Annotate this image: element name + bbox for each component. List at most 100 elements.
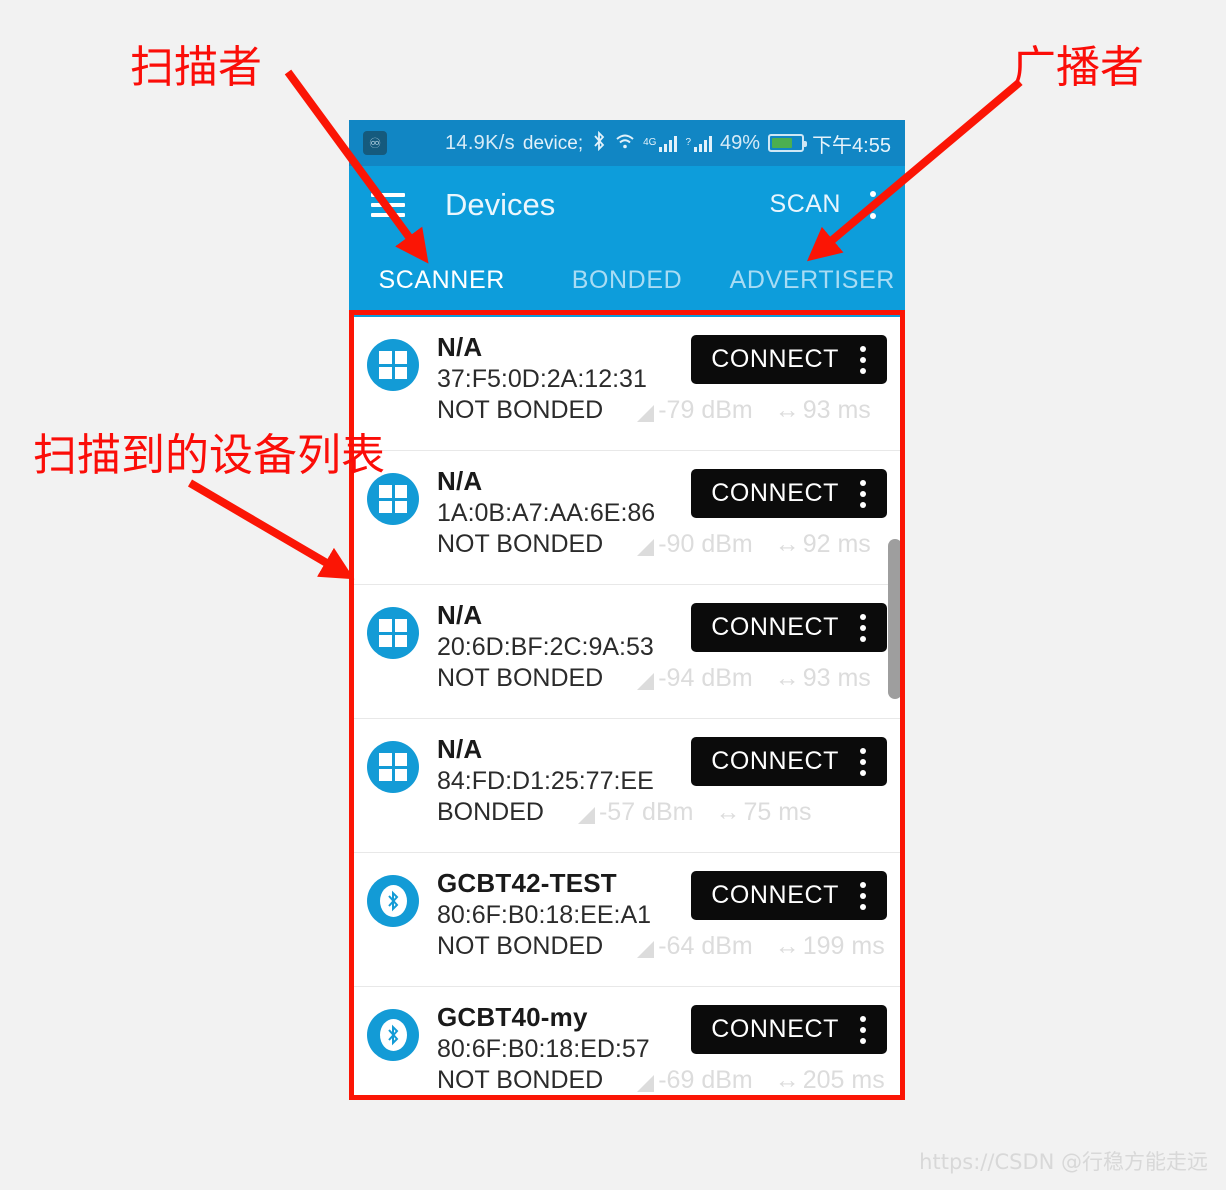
- connect-button-label: CONNECT: [711, 345, 839, 373]
- page-title: Devices: [445, 186, 556, 222]
- tab-advertiser[interactable]: ADVERTISER: [720, 266, 905, 295]
- latency-value: ↔ 93 ms: [774, 396, 871, 425]
- signal-strength-icon: [637, 673, 655, 691]
- bond-state: NOT BONDED: [437, 932, 604, 961]
- device-meta: NOT BONDED -79 dBm ↔ 93 ms: [437, 396, 887, 425]
- bond-state: NOT BONDED: [437, 1066, 604, 1095]
- device-meta: NOT BONDED -94 dBm ↔ 93 ms: [437, 664, 887, 693]
- clock-text: 下午4:55: [812, 134, 891, 157]
- connect-button[interactable]: CONNECT: [691, 871, 887, 920]
- advertiser-annotation-label: 广播者: [1012, 42, 1144, 93]
- connect-button-label: CONNECT: [711, 881, 839, 909]
- wifi-icon: [615, 133, 635, 154]
- table-row[interactable]: N/A 37:F5:0D:2A:12:31 NOT BONDED -79 dBm…: [349, 317, 905, 451]
- table-row[interactable]: GCBT42-TEST 80:6F:B0:18:EE:A1 NOT BONDED…: [349, 853, 905, 987]
- device-meta: NOT BONDED -69 dBm ↔ 205 ms: [437, 1066, 887, 1095]
- bluetooth-glyph-icon: [379, 885, 407, 917]
- battery-percent-text: 49%: [720, 131, 761, 154]
- interval-arrow-icon: ↔: [774, 396, 800, 425]
- signal-strength-icon: [637, 539, 655, 557]
- rssi-value: -64 dBm: [637, 932, 753, 961]
- app-bar-actions: SCAN: [770, 189, 883, 221]
- row-overflow-menu-icon[interactable]: [853, 746, 873, 778]
- unknown-device-icon: [367, 741, 419, 793]
- phone-screenshot: ♾ 14.9K/s device; 4G ? 49% 下午4:55 Device…: [349, 120, 905, 1100]
- app-bar: Devices SCAN: [349, 166, 905, 243]
- status-bar-right: 14.9K/s device; 4G ? 49% 下午4:55: [445, 129, 891, 158]
- scrollbar-thumb[interactable]: [888, 539, 902, 699]
- status-bar: ♾ 14.9K/s device; 4G ? 49% 下午4:55: [349, 120, 905, 166]
- rssi-value: -69 dBm: [637, 1066, 753, 1095]
- device-list-annotation-label: 扫描到的设备列表: [33, 430, 385, 481]
- connect-button[interactable]: CONNECT: [691, 1005, 887, 1054]
- connect-button[interactable]: CONNECT: [691, 335, 887, 384]
- bluetooth-device-icon: [367, 875, 419, 927]
- interval-arrow-icon: ↔: [774, 1066, 800, 1095]
- row-overflow-menu-icon[interactable]: [853, 880, 873, 912]
- latency-value: ↔ 92 ms: [774, 530, 871, 559]
- tab-bar: SCANNER BONDED ADVERTISER: [349, 243, 905, 317]
- bond-state: NOT BONDED: [437, 396, 604, 425]
- device-meta: NOT BONDED -90 dBm ↔ 92 ms: [437, 530, 887, 559]
- row-overflow-menu-icon[interactable]: [853, 478, 873, 510]
- row-overflow-menu-icon[interactable]: [853, 344, 873, 376]
- tab-bonded[interactable]: BONDED: [534, 266, 719, 295]
- latency-value: ↔ 205 ms: [774, 1066, 885, 1095]
- bond-state: BONDED: [437, 798, 544, 827]
- device-list[interactable]: N/A 37:F5:0D:2A:12:31 NOT BONDED -79 dBm…: [349, 317, 905, 1100]
- latency-value: ↔ 93 ms: [774, 664, 871, 693]
- sim2-signal-icon: ?: [685, 135, 713, 152]
- row-overflow-menu-icon[interactable]: [853, 612, 873, 644]
- network-speed-text: 14.9K/s: [444, 131, 515, 154]
- signal-bars-icon: [659, 135, 678, 152]
- bluetooth-device-icon: [367, 1009, 419, 1061]
- table-row[interactable]: N/A 20:6D:BF:2C:9A:53 NOT BONDED -94 dBm…: [349, 585, 905, 719]
- rssi-value: -94 dBm: [637, 664, 753, 693]
- connect-button[interactable]: CONNECT: [691, 469, 887, 518]
- interval-arrow-icon: ↔: [774, 530, 800, 559]
- bond-state: NOT BONDED: [437, 664, 604, 693]
- connect-button-label: CONNECT: [711, 747, 839, 775]
- overflow-menu-icon[interactable]: [863, 189, 883, 221]
- signal-strength-icon: [637, 1075, 655, 1093]
- device-list-annotation-arrow: [187, 479, 355, 580]
- device-meta: BONDED -57 dBm ↔ 75 ms: [437, 798, 887, 827]
- watermark: https://CSDN @行稳方能走远: [919, 1150, 1208, 1174]
- sim2-label: ?: [685, 136, 692, 148]
- table-row[interactable]: N/A 84:FD:D1:25:77:EE BONDED -57 dBm ↔ 75…: [349, 719, 905, 853]
- shield-icon: ♾: [363, 131, 387, 155]
- bluetooth-icon: device;: [522, 132, 584, 154]
- table-row[interactable]: GCBT40-my 80:6F:B0:18:ED:57 NOT BONDED -…: [349, 987, 905, 1100]
- latency-value: ↔ 75 ms: [715, 798, 812, 827]
- rssi-value: -57 dBm: [577, 798, 693, 827]
- unknown-device-icon: [367, 607, 419, 659]
- hamburger-menu-icon[interactable]: [371, 192, 405, 217]
- device-meta: NOT BONDED -64 dBm ↔ 199 ms: [437, 932, 887, 961]
- bond-state: NOT BONDED: [437, 530, 604, 559]
- row-overflow-menu-icon[interactable]: [853, 1014, 873, 1046]
- scan-button[interactable]: SCAN: [770, 190, 841, 219]
- rssi-value: -90 dBm: [637, 530, 753, 559]
- interval-arrow-icon: ↔: [715, 798, 741, 827]
- interval-arrow-icon: ↔: [774, 664, 800, 693]
- connect-button[interactable]: CONNECT: [691, 603, 887, 652]
- connect-button-label: CONNECT: [711, 613, 839, 641]
- bluetooth-status-icon: [591, 130, 607, 155]
- interval-arrow-icon: ↔: [774, 932, 800, 961]
- sim2-bars-icon: [694, 135, 713, 152]
- signal-strength-icon: [637, 941, 655, 959]
- mobile-network-icon: 4G: [643, 135, 678, 152]
- connect-button-label: CONNECT: [711, 479, 839, 507]
- latency-value: ↔ 199 ms: [774, 932, 885, 961]
- bluetooth-glyph-icon: [379, 1019, 407, 1051]
- mobile-network-label: 4G: [643, 136, 657, 148]
- rssi-value: -79 dBm: [637, 396, 753, 425]
- unknown-device-icon: [367, 339, 419, 391]
- scanner-annotation-label: 扫描者: [130, 42, 262, 93]
- tab-scanner[interactable]: SCANNER: [349, 266, 534, 295]
- battery-icon: [768, 134, 808, 152]
- connect-button[interactable]: CONNECT: [691, 737, 887, 786]
- connect-button-label: CONNECT: [711, 1015, 839, 1043]
- table-row[interactable]: N/A 1A:0B:A7:AA:6E:86 NOT BONDED -90 dBm…: [349, 451, 905, 585]
- signal-strength-icon: [637, 405, 655, 423]
